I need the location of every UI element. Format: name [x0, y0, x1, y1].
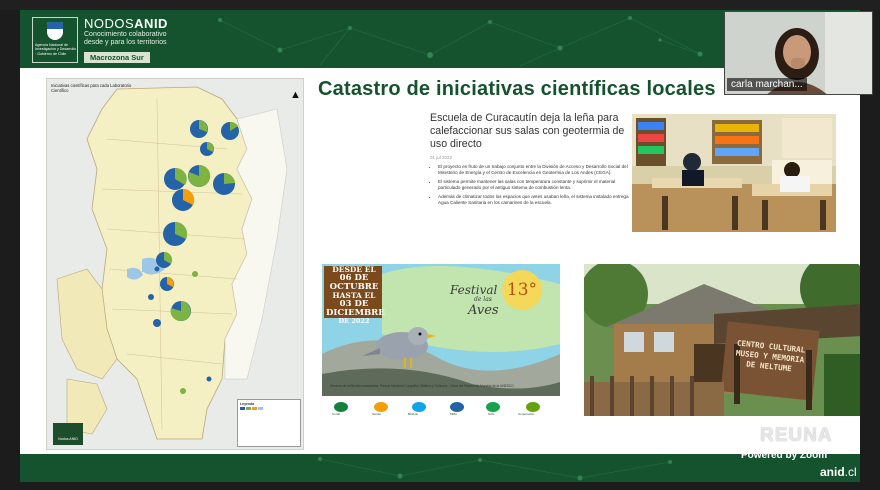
news-bullets: El proyecto es fruto de un trabajo conju… [430, 164, 630, 206]
poster-dates: DESDE EL 06 DE OCTUBRE HASTA EL 03 DE DI… [326, 266, 385, 325]
festival-word: Festival [450, 283, 498, 297]
reuna-watermark: REUNA [760, 425, 833, 446]
nodos-anid-brand: NODOSANID Conocimiento colaborativo desd… [84, 17, 204, 65]
map-legend: Leyenda [237, 399, 301, 447]
chile-shield-icon [47, 22, 63, 40]
macrozona-badge: Macrozona Sur [84, 52, 150, 63]
brand-tagline-1: Conocimiento colaborativo [84, 31, 167, 38]
sponsor-label: BirdLife [408, 412, 419, 416]
poster-date-line: 03 DE DICIEMBRE [326, 299, 385, 318]
de-las-word: de las [474, 296, 492, 303]
poster-date-line: 06 DE OCTUBRE [329, 273, 379, 292]
festival-poster: DESDE EL 06 DE OCTUBRE HASTA EL 03 DE DI… [322, 264, 560, 420]
poster-festival-title: Festival de las Aves [450, 284, 499, 318]
poster-date-line: DE 2022 [338, 317, 370, 325]
region-map [47, 79, 303, 449]
anid-bold: anid [820, 465, 845, 479]
news-headline: Escuela de Curacautín deja la leña para … [430, 112, 625, 150]
window-top-strip [0, 0, 880, 10]
brand-tagline-2: desde y para los territorios [84, 39, 167, 46]
logo-text: Agencia Nacional de Investigación y Desa… [35, 43, 77, 56]
news-bullet: Además de climatizar todos los espacios … [438, 194, 630, 207]
brand-prefix: NODOS [84, 16, 135, 31]
brand-bold: ANID [134, 16, 168, 31]
mma-logo-icon [450, 402, 464, 412]
conaf-logo-icon [334, 402, 348, 412]
classroom-photo [632, 114, 836, 232]
north-arrow-icon: ▲ [290, 89, 301, 101]
anid-tld: .cl [844, 465, 857, 479]
sag-logo-icon [486, 402, 500, 412]
poster-fine-print: Reserva de la Biósfera Araucarias, Parqu… [330, 384, 514, 388]
footer-network-pattern [317, 456, 673, 481]
news-article: Escuela de Curacautín deja la leña para … [430, 112, 630, 208]
news-bullet: El proyecto es fruto de un trabajo conju… [438, 164, 630, 177]
sponsor-label: Corporación [518, 412, 535, 416]
zoom-watermark: Powered by Zoom [741, 450, 828, 461]
senda-logo-icon [374, 402, 388, 412]
map-logo: Nodos ANID [53, 423, 83, 445]
birdlife-logo-icon [412, 402, 426, 412]
anid-gov-logo: Agencia Nacional de Investigación y Desa… [32, 17, 78, 63]
slide-title: Catastro de iniciativas científicas loca… [318, 78, 716, 100]
map-title: Iniciativas científicas para cada Labora… [51, 83, 132, 93]
aves-word: Aves [468, 303, 499, 318]
cultural-center-photo: CENTRO CULTURAL MUSEO Y MEMORIA DE NELTU… [584, 264, 860, 416]
legend-swatches [240, 407, 298, 412]
corporacion-logo-icon [526, 402, 540, 412]
sponsor-label: SAG [488, 412, 495, 416]
participant-video-tile[interactable]: carla marchan... [724, 11, 873, 95]
edition-badge: 13° [502, 270, 542, 310]
sponsor-label: Senda [372, 412, 381, 416]
sponsor-label: MMA [450, 412, 457, 416]
zoom-stage: Agencia Nacional de Investigación y Desa… [0, 0, 880, 490]
map-panel: Iniciativas científicas para cada Labora… [46, 78, 304, 450]
cultural-center-image [584, 264, 860, 416]
news-date: 01 jul 2022 [430, 155, 453, 160]
sponsor-label: Conaf [332, 412, 341, 416]
classroom-image [632, 114, 836, 232]
participant-name-label: carla marchan... [727, 78, 807, 91]
slide-footer-band [20, 454, 860, 482]
anid-watermark: anid.cl [820, 465, 857, 479]
brand-title: NODOSANID [84, 17, 204, 31]
sponsor-logos: Conaf Senda BirdLife MMA SAG Corporación [330, 400, 552, 416]
news-bullet: El sistema permite mantener las salas co… [438, 179, 630, 192]
